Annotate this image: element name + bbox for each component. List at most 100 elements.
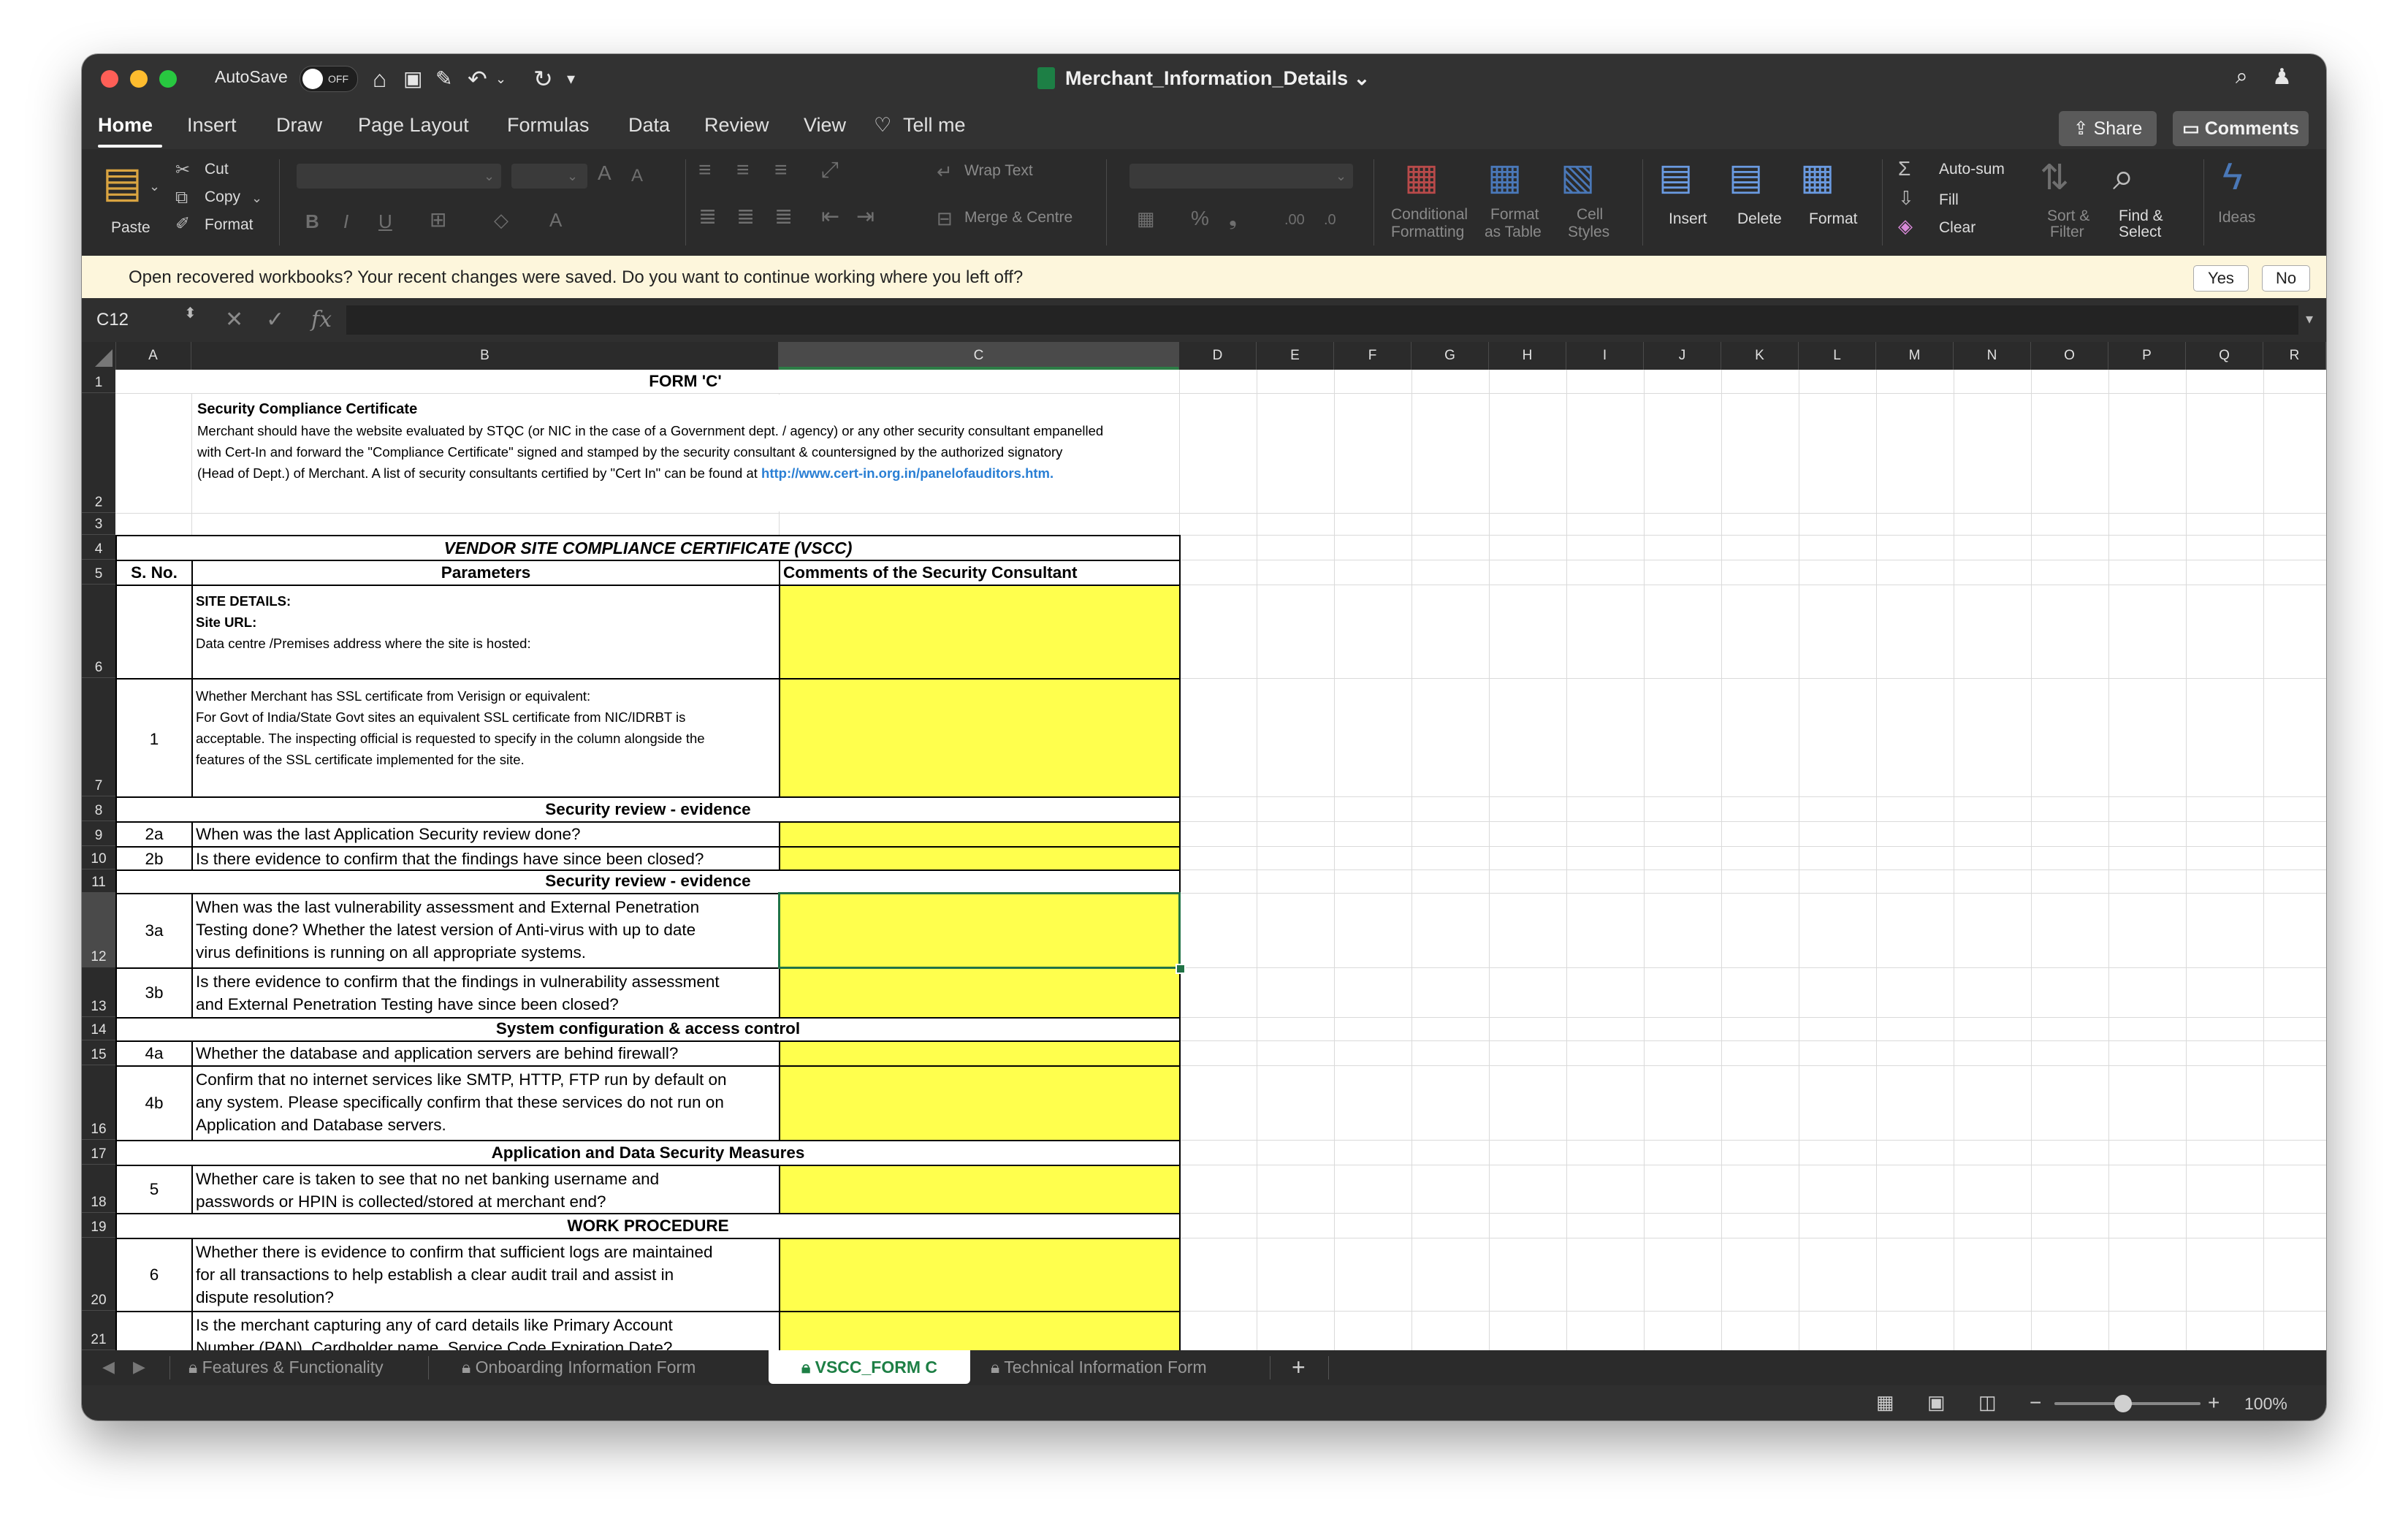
find-select-label[interactable]: Find &: [2119, 208, 2163, 225]
comment-cell-row6[interactable]: [779, 585, 1181, 680]
sheet-tab-features[interactable]: 🔒︎ Features & Functionality: [188, 1350, 384, 1384]
chevron-down-icon[interactable]: ⌄: [149, 174, 160, 199]
sno-cell-row7[interactable]: 1: [115, 678, 193, 798]
column-header-k[interactable]: K: [1721, 342, 1799, 370]
wrap-text-label[interactable]: Wrap Text: [964, 162, 1033, 180]
column-header-n[interactable]: N: [1954, 342, 2031, 370]
column-header-f[interactable]: F: [1334, 342, 1411, 370]
cell-styles-label[interactable]: Cell: [1577, 206, 1603, 224]
autosum-label[interactable]: Auto-sum: [1939, 161, 2005, 178]
section-security-review-2[interactable]: Security review - evidence: [115, 869, 1181, 894]
autosave-toggle[interactable]: OFF: [300, 66, 358, 92]
name-box[interactable]: C12: [96, 310, 129, 330]
format-cells-icon[interactable]: ▦: [1800, 156, 1834, 197]
page-layout-view-icon[interactable]: ▣: [1927, 1391, 1946, 1414]
comments-button[interactable]: ▭ Comments: [2173, 111, 2309, 146]
parameter-cell-row18[interactable]: Whether care is taken to see that no net…: [191, 1165, 780, 1214]
column-header-g[interactable]: G: [1411, 342, 1489, 370]
zoom-in-icon[interactable]: +: [2208, 1391, 2220, 1415]
column-header-p[interactable]: P: [2108, 342, 2186, 370]
fill-label[interactable]: Fill: [1939, 191, 1959, 209]
zoom-out-icon[interactable]: −: [2030, 1391, 2041, 1415]
decrease-decimal-icon[interactable]: .0: [1324, 208, 1336, 232]
column-header-a[interactable]: A: [115, 342, 191, 370]
column-header-q[interactable]: Q: [2186, 342, 2263, 370]
conditional-formatting-label[interactable]: Conditional: [1391, 206, 1468, 224]
sort-filter-label[interactable]: Sort &: [2047, 208, 2089, 225]
add-sheet-icon[interactable]: +: [1292, 1350, 1306, 1384]
row-header-19[interactable]: 19: [82, 1213, 115, 1238]
page-break-view-icon[interactable]: ◫: [1978, 1391, 1997, 1414]
format-painter-label[interactable]: Format: [205, 216, 254, 234]
row-header-14[interactable]: 14: [82, 1017, 115, 1040]
row-header-5[interactable]: 5: [82, 560, 115, 585]
format-as-table-label[interactable]: Format: [1490, 206, 1539, 224]
column-header-m[interactable]: M: [1876, 342, 1954, 370]
section-system-config[interactable]: System configuration & access control: [115, 1017, 1181, 1042]
certificate-description-cell[interactable]: Security Compliance Certificate Merchant…: [193, 395, 1172, 511]
column-header-i[interactable]: I: [1566, 342, 1644, 370]
chevron-down-icon[interactable]: ⌄: [1336, 164, 1346, 189]
comment-cell-row7[interactable]: [779, 678, 1181, 798]
format-painter-icon[interactable]: ✐: [175, 212, 190, 237]
format-cells-label[interactable]: Format: [1809, 210, 1858, 228]
minimize-window-button[interactable]: [130, 70, 148, 88]
column-header-l[interactable]: L: [1799, 342, 1876, 370]
align-left-icon[interactable]: ≣: [698, 205, 717, 229]
sno-cell-row12[interactable]: 3a: [115, 893, 193, 969]
row-header-20[interactable]: 20: [82, 1238, 115, 1311]
comment-cell-row15[interactable]: [779, 1040, 1181, 1067]
delete-cells-label[interactable]: Delete: [1737, 210, 1782, 228]
percent-icon[interactable]: %: [1191, 206, 1209, 231]
paste-icon[interactable]: ▤: [102, 159, 142, 206]
autosum-icon[interactable]: Σ: [1898, 156, 1910, 181]
comment-cell-row18[interactable]: [779, 1165, 1181, 1214]
row-header-6[interactable]: 6: [82, 585, 115, 678]
row-header-4[interactable]: 4: [82, 535, 115, 560]
row-header-1[interactable]: 1: [82, 370, 115, 393]
tab-data[interactable]: Data: [628, 114, 670, 137]
chevron-down-icon[interactable]: ⌄: [567, 164, 578, 189]
clear-icon[interactable]: ◈: [1898, 213, 1913, 238]
row-header-12[interactable]: 12: [82, 893, 115, 967]
find-select-label-2[interactable]: Select: [2119, 224, 2161, 241]
tab-review[interactable]: Review: [704, 114, 769, 137]
row-header-9[interactable]: 9: [82, 821, 115, 846]
row-header-21[interactable]: 21: [82, 1311, 115, 1350]
section-security-review-1[interactable]: Security review - evidence: [115, 796, 1181, 823]
tab-home[interactable]: Home: [98, 114, 153, 137]
next-sheet-icon[interactable]: ▶: [133, 1350, 145, 1384]
insert-cells-icon[interactable]: ▤: [1658, 156, 1693, 197]
function-icon[interactable]: fx: [311, 307, 332, 332]
sno-cell-row20[interactable]: 6: [115, 1238, 193, 1312]
format-as-table-icon[interactable]: ▦: [1487, 156, 1522, 197]
cut-label[interactable]: Cut: [205, 161, 229, 178]
italic-icon[interactable]: I: [343, 209, 348, 234]
tab-formulas[interactable]: Formulas: [507, 114, 590, 137]
ssl-parameter-cell[interactable]: Whether Merchant has SSL certificate fro…: [191, 678, 780, 798]
expand-formula-icon[interactable]: ▾: [2306, 310, 2313, 328]
sheet-tab-onboarding[interactable]: 🔒︎ Onboarding Information Form: [462, 1350, 696, 1384]
column-header-h[interactable]: H: [1489, 342, 1566, 370]
select-all-corner[interactable]: [82, 342, 116, 370]
increase-decimal-icon[interactable]: .00: [1284, 208, 1305, 232]
row-header-16[interactable]: 16: [82, 1065, 115, 1140]
confirm-icon[interactable]: ✓: [266, 307, 284, 332]
accounting-icon[interactable]: ▦: [1137, 206, 1155, 231]
cancel-icon[interactable]: ✕: [225, 307, 243, 332]
row-header-18[interactable]: 18: [82, 1165, 115, 1213]
prev-sheet-icon[interactable]: ◀: [102, 1350, 115, 1384]
search-icon[interactable]: ⌕: [2236, 64, 2248, 89]
section-work-procedure[interactable]: WORK PROCEDURE: [115, 1213, 1181, 1239]
edit-icon[interactable]: ✎: [435, 64, 452, 94]
parameter-cell-row13[interactable]: Is there evidence to confirm that the fi…: [191, 967, 780, 1019]
column-header-d[interactable]: D: [1179, 342, 1257, 370]
parameter-cell-row15[interactable]: Whether the database and application ser…: [191, 1040, 780, 1067]
active-cell-selection[interactable]: [778, 892, 1181, 969]
home-icon[interactable]: ⌂: [373, 64, 386, 94]
underline-icon[interactable]: U: [378, 209, 392, 234]
font-name-select[interactable]: [297, 164, 501, 189]
column-header-o[interactable]: O: [2031, 342, 2108, 370]
parameter-cell-row20[interactable]: Whether there is evidence to confirm tha…: [191, 1238, 780, 1312]
merge-centre-label[interactable]: Merge & Centre: [964, 209, 1072, 227]
